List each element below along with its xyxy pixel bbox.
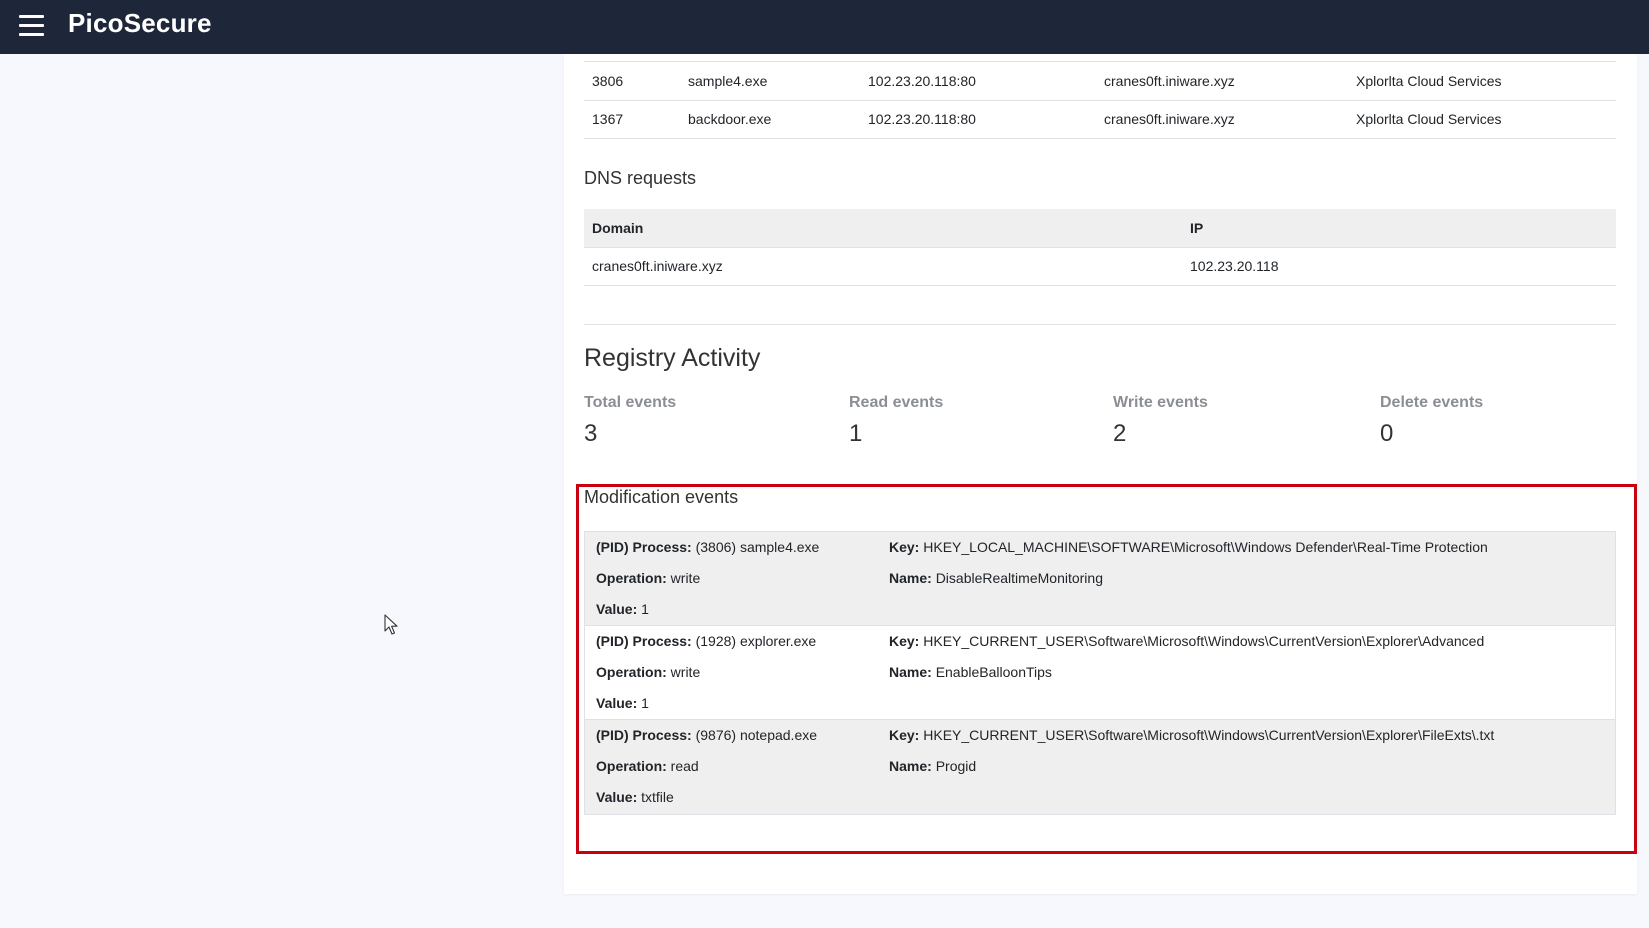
stat-total-events: Total events 3 xyxy=(584,394,676,448)
stat-value: 1 xyxy=(849,420,863,447)
connection-process: backdoor.exe xyxy=(680,100,860,139)
stat-label: Total events xyxy=(584,394,677,411)
dns-ip: 102.23.20.118 xyxy=(1182,247,1616,286)
stat-label: Read events xyxy=(849,394,944,411)
list-item: (PID) Process: (1928) explorer.exe Opera… xyxy=(585,626,1615,720)
connection-pid: 3806 xyxy=(584,62,680,101)
event-process: (PID) Process: (3806) sample4.exe xyxy=(596,539,820,555)
connection-pid: 1367 xyxy=(584,100,680,139)
stat-label: Write events xyxy=(1113,394,1208,411)
event-name: Name: EnableBalloonTips xyxy=(889,664,1052,680)
dns-requests-table: Domain IP cranes0ft.iniware.xyz 102.23.2… xyxy=(584,209,1616,286)
list-item: (PID) Process: (9876) notepad.exe Operat… xyxy=(585,720,1615,814)
table-header-row: Domain IP xyxy=(584,209,1616,248)
stat-value: 0 xyxy=(1380,420,1394,447)
connection-org: Xplorlta Cloud Services xyxy=(1348,62,1616,101)
event-operation: Operation: read xyxy=(596,758,699,774)
registry-activity-heading: Registry Activity xyxy=(584,344,761,372)
event-operation: Operation: write xyxy=(596,664,701,680)
event-process: (PID) Process: (1928) explorer.exe xyxy=(596,633,817,649)
stat-value: 2 xyxy=(1113,420,1127,447)
connection-address: 102.23.20.118:80 xyxy=(860,100,1096,139)
list-item: (PID) Process: (3806) sample4.exe Operat… xyxy=(585,532,1615,626)
stat-value: 3 xyxy=(584,420,598,447)
event-key: Key: HKEY_CURRENT_USER\Software\Microsof… xyxy=(889,727,1495,743)
dns-domain: cranes0ft.iniware.xyz xyxy=(584,247,1182,286)
connection-org: Xplorlta Cloud Services xyxy=(1348,100,1616,139)
table-row: 3806 sample4.exe 102.23.20.118:80 cranes… xyxy=(584,62,1616,101)
table-row: cranes0ft.iniware.xyz 102.23.20.118 xyxy=(584,247,1616,286)
event-name: Name: DisableRealtimeMonitoring xyxy=(889,570,1103,586)
dns-requests-heading: DNS requests xyxy=(584,168,697,188)
event-key: Key: HKEY_LOCAL_MACHINE\SOFTWARE\Microso… xyxy=(889,539,1488,555)
event-value: Value: 1 xyxy=(596,695,649,711)
report-card: 3806 sample4.exe 102.23.20.118:80 cranes… xyxy=(564,54,1637,894)
event-value: Value: txtfile xyxy=(596,789,674,805)
event-key: Key: HKEY_CURRENT_USER\Software\Microsof… xyxy=(889,633,1485,649)
table-row: 1367 backdoor.exe 102.23.20.118:80 crane… xyxy=(584,100,1616,139)
mouse-cursor-icon xyxy=(384,614,398,635)
event-value: Value: 1 xyxy=(596,601,649,617)
app-brand-title[interactable]: PicoSecure xyxy=(68,8,212,39)
stat-delete-events: Delete events 0 xyxy=(1380,394,1483,448)
connection-address: 102.23.20.118:80 xyxy=(860,62,1096,101)
column-header-domain: Domain xyxy=(584,209,1182,248)
column-header-ip: IP xyxy=(1182,209,1616,248)
stat-label: Delete events xyxy=(1380,394,1484,411)
connection-domain: cranes0ft.iniware.xyz xyxy=(1096,100,1348,139)
event-process: (PID) Process: (9876) notepad.exe xyxy=(596,727,818,743)
modification-events-list: (PID) Process: (3806) sample4.exe Operat… xyxy=(584,531,1616,815)
connection-process: sample4.exe xyxy=(680,62,860,101)
stat-read-events: Read events 1 xyxy=(849,394,943,448)
modification-events-heading: Modification events xyxy=(584,487,739,507)
section-divider xyxy=(584,324,1616,325)
top-navbar: PicoSecure xyxy=(0,0,1649,54)
event-operation: Operation: write xyxy=(596,570,701,586)
stat-write-events: Write events 2 xyxy=(1113,394,1208,448)
event-name: Name: Progid xyxy=(889,758,977,774)
network-connections-table: 3806 sample4.exe 102.23.20.118:80 cranes… xyxy=(584,62,1616,139)
hamburger-menu-icon[interactable] xyxy=(19,15,44,36)
connection-domain: cranes0ft.iniware.xyz xyxy=(1096,62,1348,101)
